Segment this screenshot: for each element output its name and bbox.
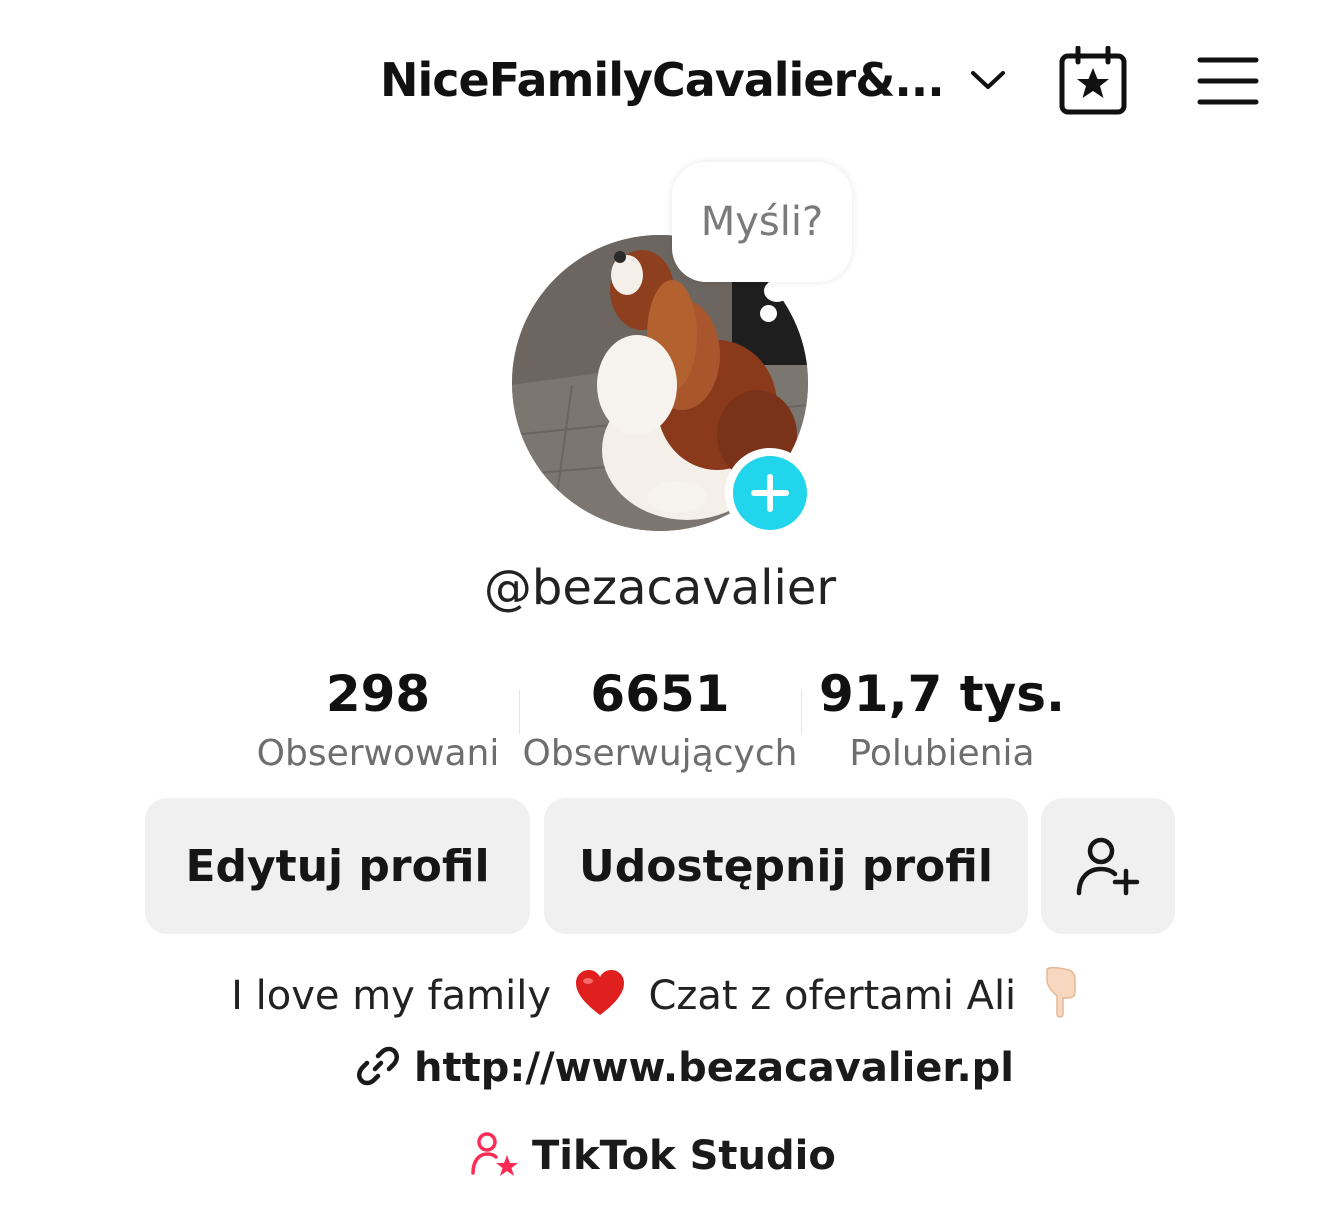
stat-following[interactable]: 298 Obserwowani	[250, 662, 506, 782]
account-name[interactable]: NiceFamilyCavalier&...	[380, 53, 945, 107]
bio-text-part2: Czat z ofertami Ali	[648, 973, 1017, 1019]
hamburger-menu-icon[interactable]	[1196, 54, 1260, 108]
plus-icon	[733, 456, 807, 530]
add-friend-button[interactable]	[1041, 798, 1175, 934]
bubble-tail-dot	[760, 305, 777, 322]
edit-profile-button[interactable]: Edytuj profil	[145, 798, 530, 934]
stat-value: 298	[325, 665, 431, 723]
chevron-down-icon[interactable]	[968, 60, 1008, 100]
heart-icon	[574, 969, 626, 1027]
bio-text-part1: I love my family	[231, 973, 551, 1019]
add-avatar-button[interactable]	[725, 448, 815, 538]
tiktok-studio-label[interactable]: TikTok Studio	[532, 1133, 836, 1179]
stat-divider	[801, 690, 802, 734]
stat-likes[interactable]: 91,7 tys. Polubienia	[812, 662, 1072, 782]
link-icon	[356, 1044, 400, 1093]
stat-followers[interactable]: 6651 Obserwujących	[520, 662, 800, 782]
stat-label: Obserwowani	[256, 733, 500, 774]
stat-label: Obserwujących	[522, 733, 798, 774]
username: @bezacavalier	[483, 560, 837, 616]
bio: I love my family Czat z ofertami Ali	[0, 966, 1320, 1030]
bubble-tail	[764, 280, 790, 302]
bio-link-text[interactable]: http://www.bezacavalier.pl	[414, 1045, 1014, 1091]
stat-value: 91,7 tys.	[818, 665, 1066, 723]
bio-link[interactable]: http://www.bezacavalier.pl	[356, 1038, 1014, 1098]
stat-label: Polubienia	[849, 733, 1035, 774]
thought-bubble-text: Myśli?	[700, 199, 824, 245]
calendar-star-icon[interactable]	[1056, 45, 1130, 116]
share-profile-button[interactable]: Udostępnij profil	[544, 798, 1028, 934]
tiktok-studio-link[interactable]: TikTok Studio	[470, 1126, 836, 1186]
pointing-down-icon	[1039, 966, 1079, 1030]
stat-value: 6651	[590, 665, 730, 723]
add-person-icon	[1076, 837, 1140, 896]
thought-bubble[interactable]: Myśli?	[672, 162, 852, 282]
account-switcher[interactable]: NiceFamilyCavalier&...	[380, 48, 1008, 112]
studio-person-star-icon	[470, 1131, 520, 1182]
